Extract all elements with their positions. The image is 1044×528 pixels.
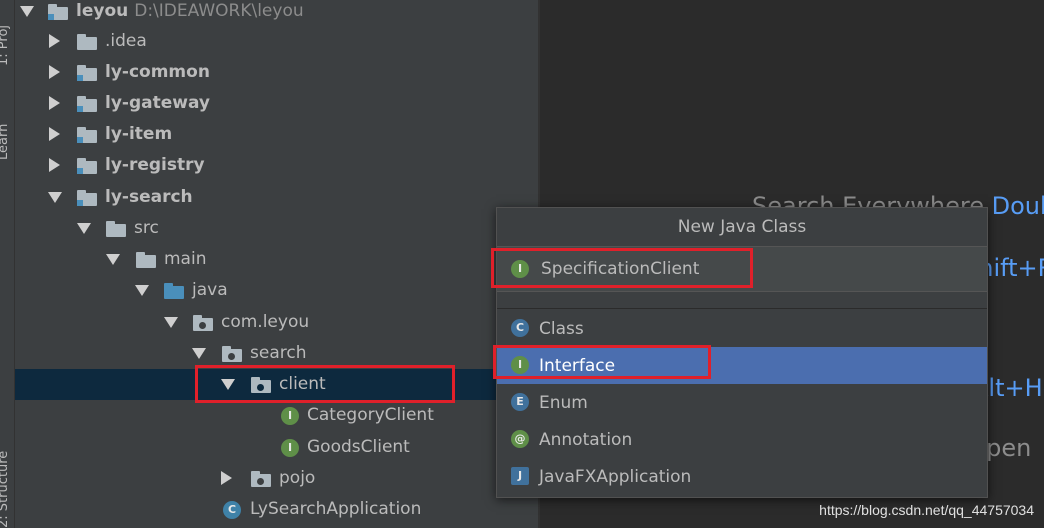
expand-arrow-icon[interactable]	[106, 254, 120, 265]
tree-node-java[interactable]: java	[15, 275, 538, 306]
tree-node-label: CategoryClient	[307, 405, 434, 425]
expand-arrow-icon[interactable]	[77, 223, 91, 234]
collapse-arrow-icon[interactable]	[49, 96, 60, 110]
source-folder-icon	[164, 283, 184, 299]
class-icon: C	[511, 319, 529, 337]
collapse-arrow-icon[interactable]	[221, 471, 232, 485]
tree-node-label: pojo	[279, 468, 316, 488]
javafx-file-icon: J	[511, 467, 529, 485]
package-icon	[251, 471, 271, 487]
learn-tool-tab[interactable]: Learn	[0, 124, 11, 160]
tree-node-com-leyou[interactable]: com.leyou	[15, 307, 538, 338]
dialog-title: New Java Class	[497, 208, 987, 246]
structure-tool-tab[interactable]: 2: Structure	[0, 451, 11, 528]
module-folder-icon	[77, 65, 97, 81]
project-tool-tab[interactable]: 1: Proj	[0, 25, 11, 66]
tree-node-label: ly-item	[105, 124, 173, 144]
tree-node-src[interactable]: src	[15, 213, 538, 244]
kind-label: Class	[539, 319, 584, 339]
module-folder-icon	[48, 4, 68, 20]
kind-label: Annotation	[539, 430, 633, 450]
module-folder-icon	[77, 190, 97, 206]
kind-option-javafx[interactable]: J JavaFXApplication	[497, 458, 987, 495]
tree-node-idea[interactable]: .idea	[15, 26, 538, 57]
project-tree: leyou D:\IDEAWORK\leyou .idea ly-common l…	[15, 0, 538, 528]
tree-node-label: search	[250, 343, 307, 363]
folder-icon	[106, 221, 126, 237]
interface-icon: I	[281, 439, 299, 457]
expand-arrow-icon[interactable]	[192, 348, 206, 359]
collapse-arrow-icon[interactable]	[49, 65, 60, 79]
tree-node-goodsclient[interactable]: I GoodsClient	[15, 432, 538, 463]
tree-node-lysearchapplication[interactable]: C LySearchApplication	[15, 494, 538, 525]
tree-node-label: ly-gateway	[105, 93, 210, 113]
tree-node-label: leyou	[76, 1, 129, 21]
module-folder-icon	[77, 96, 97, 112]
tree-node-label: .idea	[105, 31, 147, 51]
module-folder-icon	[77, 158, 97, 174]
module-folder-icon	[77, 127, 97, 143]
interface-icon: I	[281, 407, 299, 425]
watermark: https://blog.csdn.net/qq_44757034	[819, 502, 1034, 518]
collapse-arrow-icon[interactable]	[49, 127, 60, 141]
enum-icon: E	[511, 393, 529, 411]
tree-node-ly-gateway[interactable]: ly-gateway	[15, 88, 538, 119]
tree-node-label: src	[134, 218, 159, 238]
expand-arrow-icon[interactable]	[164, 317, 178, 328]
collapse-arrow-icon[interactable]	[49, 34, 60, 48]
tree-node-label: ly-common	[105, 62, 210, 82]
kind-option-annotation[interactable]: @ Annotation	[497, 421, 987, 458]
expand-arrow-icon[interactable]	[20, 6, 34, 17]
annotation-icon: @	[511, 430, 529, 448]
kind-label: Enum	[539, 393, 588, 413]
tree-node-categoryclient[interactable]: I CategoryClient	[15, 400, 538, 431]
package-icon	[222, 346, 242, 362]
kind-option-enum[interactable]: E Enum	[497, 384, 987, 421]
highlight-box-interface	[493, 345, 711, 379]
dialog-separator	[497, 308, 987, 309]
tree-node-label: LySearchApplication	[250, 499, 422, 519]
tree-node-label: ly-registry	[105, 155, 205, 175]
expand-arrow-icon[interactable]	[135, 285, 149, 296]
tree-node-ly-registry[interactable]: ly-registry	[15, 150, 538, 181]
kind-option-class[interactable]: C Class	[497, 310, 987, 347]
highlight-box-name	[491, 248, 753, 288]
tree-node-label: java	[192, 280, 228, 300]
tree-node-label: GoodsClient	[307, 437, 410, 457]
tree-node-ly-search[interactable]: ly-search	[15, 182, 538, 213]
tree-node-leyou[interactable]: leyou D:\IDEAWORK\leyou	[15, 0, 538, 27]
tree-node-main[interactable]: main	[15, 244, 538, 275]
tree-node-ly-item[interactable]: ly-item	[15, 119, 538, 150]
spring-boot-class-icon: C	[223, 501, 241, 519]
package-icon	[193, 315, 213, 331]
tool-window-strip: 1: Proj Learn 2: Structure	[0, 0, 15, 528]
project-path: D:\IDEAWORK\leyou	[134, 1, 304, 21]
tree-node-label: com.leyou	[221, 312, 310, 332]
kind-label: JavaFXApplication	[539, 467, 692, 487]
collapse-arrow-icon[interactable]	[49, 158, 60, 172]
highlight-box-client	[195, 365, 455, 403]
tree-node-label: main	[164, 249, 207, 269]
folder-icon	[136, 252, 156, 268]
folder-icon	[77, 34, 97, 50]
tree-node-label: ly-search	[105, 187, 193, 207]
expand-arrow-icon[interactable]	[48, 192, 62, 203]
tree-node-ly-common[interactable]: ly-common	[15, 57, 538, 88]
tree-node-pojo[interactable]: pojo	[15, 463, 538, 494]
